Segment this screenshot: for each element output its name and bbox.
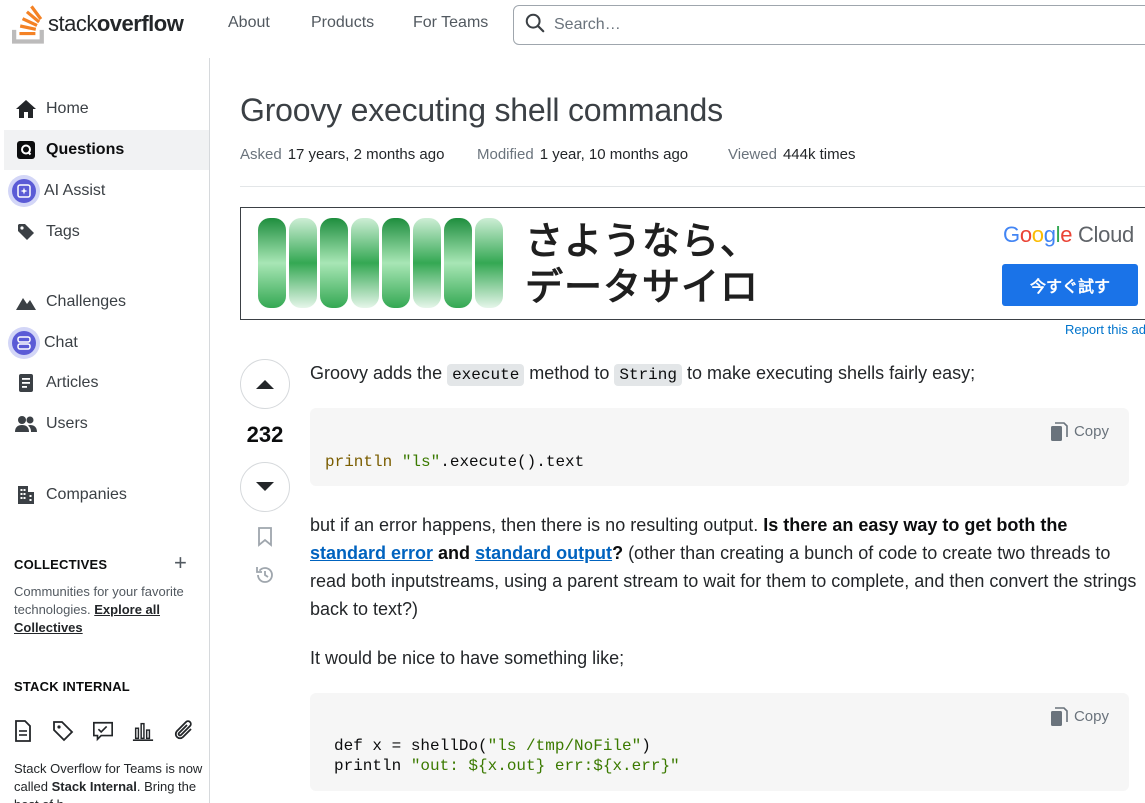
viewed-meta: Viewed 444k times bbox=[728, 146, 856, 163]
nav-for-teams[interactable]: For Teams bbox=[413, 14, 488, 32]
sidebar-item-label: Tags bbox=[46, 223, 80, 240]
paperclip-icon bbox=[172, 718, 194, 744]
ad-wave-graphic bbox=[258, 218, 503, 308]
search-input[interactable] bbox=[554, 16, 1114, 34]
post-paragraph-2: but if an error happens, then there is n… bbox=[310, 515, 1137, 619]
copy-button[interactable]: Copy bbox=[1050, 422, 1109, 442]
downvote-button[interactable] bbox=[240, 462, 290, 512]
top-bar: stackoverflow About Products For Teams bbox=[0, 0, 1145, 50]
sidebar-item-tags[interactable]: Tags bbox=[4, 212, 209, 252]
stackoverflow-logo[interactable]: stackoverflow bbox=[12, 4, 202, 44]
document-icon bbox=[12, 718, 34, 744]
bookmark-button[interactable] bbox=[253, 525, 277, 549]
sidebar-item-users[interactable]: Users bbox=[4, 404, 209, 444]
sidebar-item-label: Home bbox=[46, 100, 89, 117]
nav-about[interactable]: About bbox=[228, 14, 270, 32]
code-line: println "ls".execute().text bbox=[325, 453, 585, 471]
sidebar-item-label: Companies bbox=[46, 486, 127, 503]
tag-icon bbox=[14, 220, 38, 244]
tag-outline-icon bbox=[52, 718, 74, 744]
left-sidebar: Home Questions AI Assist Tags Challenges… bbox=[0, 58, 210, 803]
sidebar-item-label: Users bbox=[46, 415, 88, 432]
nav-products[interactable]: Products bbox=[311, 14, 374, 32]
chat-icon bbox=[8, 327, 40, 359]
inline-code-string: String bbox=[614, 364, 682, 386]
standard-output-link[interactable]: standard output bbox=[475, 543, 612, 563]
question-title[interactable]: Groovy executing shell commands bbox=[240, 92, 723, 129]
search-box[interactable] bbox=[513, 5, 1145, 45]
post-paragraph-3: It would be nice to have something like; bbox=[310, 648, 625, 668]
stack-internal-text: Stack Overflow for Teams is now called S… bbox=[14, 761, 203, 803]
bar-chart-icon bbox=[132, 718, 154, 744]
articles-icon bbox=[14, 371, 38, 395]
arrow-down-icon bbox=[256, 482, 274, 491]
copy-button[interactable]: Copy bbox=[1050, 707, 1109, 727]
sidebar-item-label: Articles bbox=[46, 374, 99, 391]
sidebar-item-challenges[interactable]: Challenges bbox=[4, 282, 209, 322]
copy-icon bbox=[1050, 707, 1068, 727]
companies-icon bbox=[14, 483, 38, 507]
sidebar-item-home[interactable]: Home bbox=[4, 89, 209, 129]
code-block-2[interactable]: Copy def x = shellDo("ls /tmp/NoFile") p… bbox=[310, 693, 1129, 791]
sidebar-item-questions[interactable]: Questions bbox=[4, 130, 209, 170]
inbox-check-icon bbox=[92, 718, 114, 744]
google-cloud-ad[interactable]: さようなら、 データサイロ Google Cloud 今すぐ試す bbox=[240, 207, 1145, 320]
history-button[interactable] bbox=[253, 563, 277, 587]
sidebar-item-label: Chat bbox=[44, 334, 78, 351]
vote-score: 232 bbox=[246, 422, 284, 447]
logo-text: stackoverflow bbox=[48, 11, 184, 36]
sidebar-item-label: AI Assist bbox=[44, 182, 106, 199]
challenges-icon bbox=[14, 290, 38, 314]
title-divider bbox=[240, 186, 1145, 187]
standard-error-link[interactable]: standard error bbox=[310, 543, 433, 563]
sidebar-item-articles[interactable]: Articles bbox=[4, 363, 209, 403]
stack-internal-heading: STACK INTERNAL bbox=[14, 679, 130, 694]
sidebar-item-companies[interactable]: Companies bbox=[4, 475, 209, 515]
add-collective-plus-icon[interactable]: + bbox=[174, 552, 187, 574]
home-icon bbox=[14, 97, 38, 121]
stack-internal-icons bbox=[12, 718, 202, 744]
ai-assist-icon bbox=[8, 175, 40, 207]
google-wordmark: Google bbox=[1003, 222, 1073, 247]
asked-meta: Asked 17 years, 2 months ago bbox=[240, 146, 445, 163]
code-block-1[interactable]: Copy println "ls".execute().text bbox=[310, 408, 1129, 486]
copy-icon bbox=[1050, 422, 1068, 442]
arrow-up-icon bbox=[256, 380, 274, 389]
sidebar-item-label: Questions bbox=[46, 141, 125, 158]
bookmark-icon bbox=[258, 527, 272, 547]
inline-code-execute: execute bbox=[447, 364, 525, 386]
questions-icon bbox=[14, 138, 38, 162]
upvote-button[interactable] bbox=[240, 359, 290, 409]
report-ad-link[interactable]: Report this ad bbox=[1065, 322, 1145, 337]
code-line: def x = shellDo("ls /tmp/NoFile") printl… bbox=[334, 737, 680, 775]
users-icon bbox=[14, 412, 38, 436]
google-cloud-logo: Google Cloud bbox=[1003, 222, 1134, 247]
sidebar-item-chat[interactable]: Chat bbox=[4, 323, 209, 363]
stackoverflow-logo-icon bbox=[12, 5, 44, 44]
collectives-heading: COLLECTIVES bbox=[14, 557, 108, 572]
collectives-description: Communities for your favorite technologi… bbox=[14, 584, 184, 635]
modified-meta[interactable]: Modified 1 year, 10 months ago bbox=[477, 146, 688, 163]
post-paragraph-1: Groovy adds the execute method to String… bbox=[310, 363, 976, 386]
history-icon bbox=[256, 567, 273, 583]
sidebar-item-label: Challenges bbox=[46, 293, 127, 310]
ad-try-now-button[interactable]: 今すぐ試す bbox=[1002, 264, 1138, 306]
search-icon bbox=[524, 12, 546, 39]
ad-headline: さようなら、 データサイロ bbox=[525, 219, 760, 309]
sidebar-item-ai-assist[interactable]: AI Assist bbox=[4, 171, 209, 211]
